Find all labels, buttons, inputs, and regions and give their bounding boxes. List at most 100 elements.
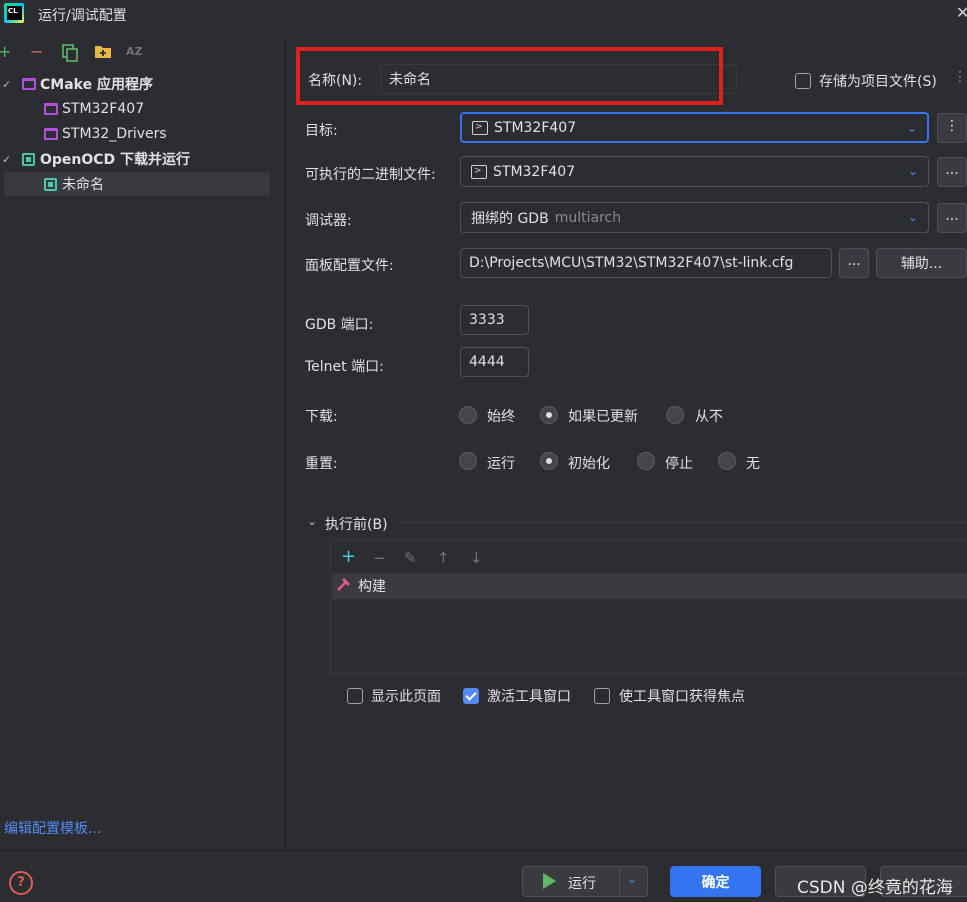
reset-label: 重置: [305,456,338,472]
tree-item-unnamed[interactable]: 未命名 [44,172,104,196]
help-icon[interactable]: ? [9,871,33,895]
sort-icon[interactable]: AZ [126,44,143,60]
chevron-down-icon[interactable]: ✓ [2,153,11,166]
download-label: 下载: [305,409,338,425]
tree-item-label: 未命名 [62,177,104,193]
dialog-footer: ? 运行 ⌄ 确定 CSDN @终竟的花海 [0,850,967,902]
board-browse-button[interactable]: ... [839,248,869,278]
watermark: CSDN @终竟的花海 [797,878,953,898]
gdb-port-input[interactable]: 3333 [460,305,529,335]
target-options-button[interactable]: ⋮ [937,113,967,143]
cmake-app-icon [22,78,36,90]
reset-run-label: 运行 [487,456,515,472]
more-icon[interactable]: ⋮ [953,69,967,85]
telnet-port-label: Telnet 端口: [305,359,384,375]
chevron-down-icon: ⌄ [907,164,918,178]
tree-item-label: STM32_Drivers [62,126,167,142]
chevron-down-icon: ⌄ [906,121,917,135]
reset-none-radio[interactable] [718,452,736,470]
window-title: 运行/调试配置 [38,8,127,24]
target-label: 目标: [305,123,338,139]
target-combo[interactable]: > STM32F407 ⌄ [460,112,929,143]
edit-task-icon[interactable]: ✎ [404,549,417,567]
focus-tool-window-label: 使工具窗口获得焦点 [619,689,745,705]
configuration-form: 名称(N): 未命名 存储为项目文件(S) ⋮ 目标: > STM32F407 … [287,38,967,850]
terminal-icon: > [471,164,487,179]
chevron-down-icon: ⌄ [907,210,918,224]
reset-init-label: 初始化 [568,456,610,472]
edit-templates-link[interactable]: 编辑配置模板... [4,818,101,838]
title-bar: 运行/调试配置 ✕ [0,0,967,30]
assist-button[interactable]: 辅助... [876,248,967,278]
reset-init-radio[interactable] [540,452,558,470]
add-task-icon[interactable]: + [341,546,356,567]
before-launch-task-list: + − ✎ ↑ ↓ 构建 [330,540,967,674]
add-icon[interactable]: + [0,44,11,60]
debugger-browse-button[interactable]: ... [937,203,967,233]
tree-item-stm32f407[interactable]: STM32F407 [44,97,144,121]
show-page-label: 显示此页面 [371,689,441,705]
activate-tool-window-label: 激活工具窗口 [487,689,571,705]
download-never-radio[interactable] [666,406,684,424]
configuration-tree-panel: + − AZ ✓ CMake 应用程序 STM32F407 STM32_Driv… [0,38,286,850]
reset-halt-radio[interactable] [637,452,655,470]
debugger-combo[interactable]: 捆绑的 GDB multiarch ⌄ [460,202,929,233]
reset-none-label: 无 [746,456,760,472]
hammer-icon [336,576,352,596]
debugger-label: 调试器: [305,213,352,229]
activate-tool-window-checkbox[interactable] [463,688,479,704]
play-icon [543,873,556,889]
remove-icon[interactable]: − [30,44,43,60]
chip-icon [44,177,57,191]
before-launch-label[interactable]: 执行前(B) [325,514,388,534]
download-always-label: 始终 [487,409,515,425]
reset-run-radio[interactable] [459,452,477,470]
chevron-down-icon[interactable]: ⌄ [627,872,637,886]
reset-halt-label: 停止 [665,456,693,472]
chip-icon [22,152,35,166]
debugger-suffix: multiarch [554,209,622,226]
executable-value: STM32F407 [493,163,576,180]
new-folder-icon[interactable] [94,44,112,62]
copy-icon[interactable] [62,44,78,65]
task-row[interactable]: 构建 [332,573,967,599]
cmake-app-icon [44,128,58,140]
store-project-checkbox[interactable] [795,73,811,89]
run-button[interactable]: 运行 ⌄ [522,866,648,897]
move-down-icon[interactable]: ↓ [470,549,483,567]
executable-label: 可执行的二进制文件: [305,167,436,183]
chevron-down-icon[interactable]: ✓ [2,78,11,91]
ok-button[interactable]: 确定 [670,866,761,897]
telnet-port-input[interactable]: 4444 [460,347,529,377]
gdb-port-label: GDB 端口: [305,317,374,333]
tree-item-label: CMake 应用程序 [40,77,153,93]
tree-item-label: OpenOCD 下载并运行 [40,152,191,168]
remove-task-icon[interactable]: − [373,549,386,567]
highlight-annotation-box [296,47,723,105]
chevron-down-icon[interactable]: ⌄ [307,514,317,528]
tree-group-cmake[interactable]: CMake 应用程序 [22,72,153,96]
debugger-value: 捆绑的 GDB [471,210,549,227]
task-label: 构建 [358,579,386,595]
board-config-label: 面板配置文件: [305,258,394,274]
section-divider [397,522,967,523]
download-if-updated-label: 如果已更新 [568,409,638,425]
executable-browse-button[interactable]: ... [937,157,967,187]
focus-tool-window-checkbox[interactable] [594,688,610,704]
tree-item-stm32-drivers[interactable]: STM32_Drivers [44,122,167,146]
executable-combo[interactable]: > STM32F407 ⌄ [460,156,929,187]
tree-item-label: STM32F407 [62,101,145,117]
board-config-input[interactable]: D:\Projects\MCU\STM32\STM32F407\st-link.… [460,248,832,278]
target-value: STM32F407 [494,119,577,136]
download-never-label: 从不 [695,409,723,425]
tree-group-openocd[interactable]: OpenOCD 下载并运行 [22,147,190,171]
cmake-app-icon [44,103,58,115]
close-icon[interactable]: ✕ [956,3,967,22]
split-divider [619,867,620,896]
clion-app-icon [4,3,24,23]
move-up-icon[interactable]: ↑ [437,549,450,567]
download-if-updated-radio[interactable] [540,406,558,424]
download-always-radio[interactable] [459,406,477,424]
show-page-checkbox[interactable] [347,688,363,704]
terminal-icon: > [472,120,488,135]
